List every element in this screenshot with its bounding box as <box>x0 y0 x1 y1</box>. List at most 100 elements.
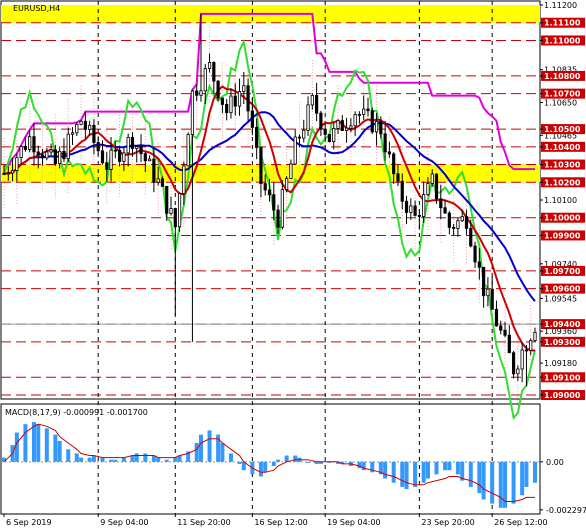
y-tick-label: 1.11200 <box>544 1 577 10</box>
level-badge-label: 1.09700 <box>544 267 581 276</box>
candle-body <box>447 212 451 228</box>
macd-bar <box>134 453 139 462</box>
candle-body <box>332 127 336 142</box>
candle-body <box>336 120 340 129</box>
macd-bar <box>164 459 169 462</box>
macd-bar <box>237 461 242 464</box>
candle-body <box>460 216 464 222</box>
candle-body <box>392 153 396 175</box>
x-tick-label: 6 Sep 2019 <box>6 518 52 527</box>
candle-body <box>75 123 79 134</box>
candle-body <box>456 220 460 229</box>
candle-body <box>443 207 447 214</box>
candle-body <box>400 180 404 202</box>
candle-body <box>15 157 19 171</box>
macd-bar <box>36 424 41 462</box>
candle-body <box>229 95 233 114</box>
candle-body <box>143 153 147 162</box>
macd-bar <box>447 461 452 471</box>
macd-bar <box>434 461 439 475</box>
candle-body <box>242 85 246 92</box>
macd-bar <box>404 461 409 489</box>
macd-bar <box>31 422 36 462</box>
candle-body <box>173 208 177 228</box>
macd-bar <box>443 461 448 471</box>
candle-body <box>417 214 421 217</box>
candle-body <box>255 127 259 148</box>
macd-bar <box>66 449 71 462</box>
candle-body <box>182 165 186 195</box>
candle-body <box>165 185 169 214</box>
candle-body <box>452 226 456 229</box>
macd-bar <box>57 440 62 462</box>
macd-bar <box>23 424 28 462</box>
macd-bar <box>207 430 212 462</box>
macd-bar <box>109 459 114 462</box>
level-badge-label: 1.09600 <box>544 285 581 294</box>
chart-title: EURUSD,H4 <box>13 4 60 13</box>
candle-body <box>285 178 289 190</box>
candle-body <box>126 136 130 154</box>
candle-body <box>370 110 374 133</box>
candle-body <box>340 120 344 131</box>
candle-body <box>507 334 511 354</box>
candle-body <box>113 149 117 152</box>
candle-body <box>289 163 293 179</box>
candle-body <box>434 173 439 200</box>
candle-body <box>357 114 362 116</box>
candle-body <box>464 216 469 229</box>
candle-body <box>83 120 87 130</box>
candle-body <box>409 205 413 213</box>
candle-body <box>473 245 477 263</box>
candle-body <box>118 150 122 162</box>
candle-body <box>152 158 156 183</box>
macd-bar <box>220 443 225 462</box>
candle-body <box>147 158 152 162</box>
level-badge-label: 1.09100 <box>544 373 581 382</box>
candle-body <box>477 261 481 268</box>
candle-body <box>10 170 15 174</box>
y-tick-label: 1.09545 <box>544 294 577 303</box>
macd-bar <box>498 461 503 508</box>
macd-bar <box>421 461 426 483</box>
candle-body <box>109 149 113 170</box>
candle-body <box>53 149 57 164</box>
y-tick-label: 1.10650 <box>544 99 577 108</box>
candle-body <box>293 136 297 165</box>
candle-body <box>233 95 237 107</box>
candle-body <box>105 162 109 170</box>
level-badge-label: 1.09300 <box>544 338 581 347</box>
macd-bar <box>481 461 486 500</box>
candle-body <box>366 108 370 112</box>
candle-body <box>160 178 165 187</box>
candle-body <box>490 288 494 310</box>
candle-body <box>327 133 332 142</box>
macd-bar <box>284 455 289 462</box>
candle-body <box>267 189 272 196</box>
candle-body <box>469 227 473 247</box>
candle-body <box>246 85 250 112</box>
macd-bar <box>276 459 281 462</box>
candle-body <box>353 114 357 127</box>
candle-body <box>237 91 242 107</box>
candle-body <box>19 146 23 158</box>
candle-body <box>259 147 263 184</box>
candle-body <box>315 95 319 114</box>
macd-bar <box>87 457 92 462</box>
macd-bar <box>74 453 79 462</box>
candle-body <box>177 193 182 228</box>
candle-body <box>529 340 533 351</box>
candle-body <box>212 62 216 82</box>
macd-bar <box>91 455 96 462</box>
macd-title: MACD(8,17,9) -0.000991 -0.001700 <box>5 408 148 417</box>
candle-body <box>96 142 100 152</box>
candle-body <box>40 154 45 159</box>
candle-body <box>486 288 490 297</box>
candle-body <box>122 152 126 162</box>
x-tick-label: 26 Sep 12:00 <box>494 518 547 527</box>
candle-body <box>79 120 83 125</box>
candle-body <box>349 125 353 129</box>
candle-body <box>225 104 229 114</box>
candle-body <box>220 97 224 105</box>
candle-body <box>23 146 28 150</box>
